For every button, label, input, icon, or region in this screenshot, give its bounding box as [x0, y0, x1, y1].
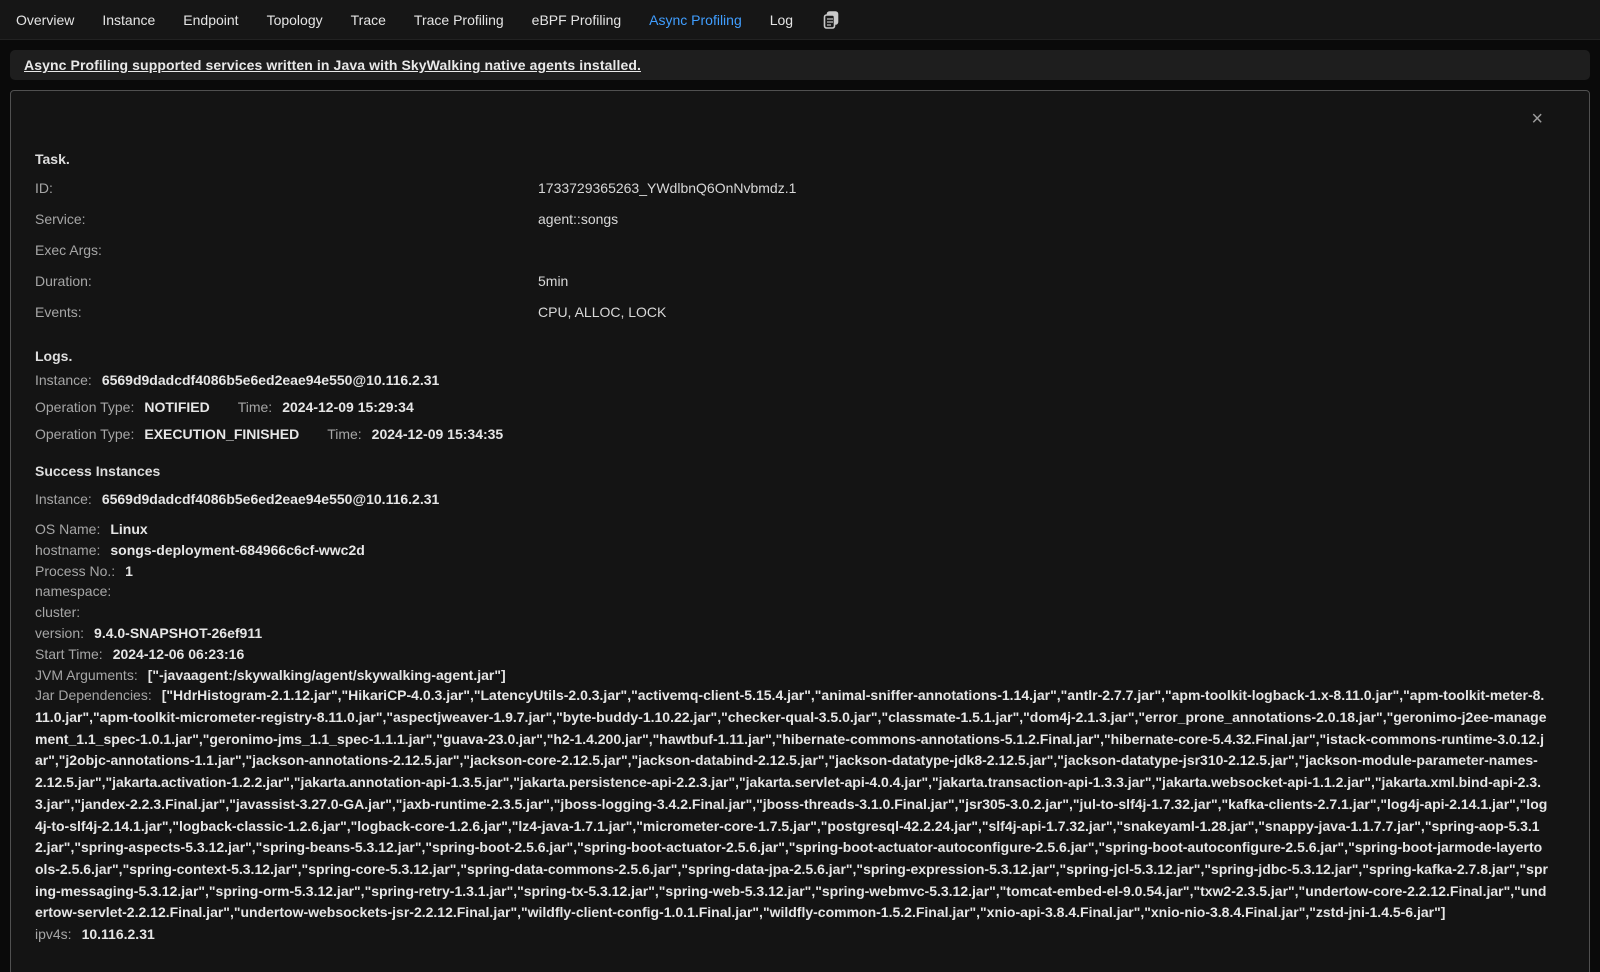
task-id-label: ID: — [35, 178, 538, 198]
task-duration-value: 5min — [538, 271, 568, 291]
task-row-exec-args: Exec Args: — [35, 240, 1549, 260]
instance-attributes: OS Name: Linux hostname: songs-deployment-… — [35, 519, 1549, 945]
tab-overview[interactable]: Overview — [16, 12, 74, 28]
attr-start-time: Start Time: 2024-12-06 06:23:16 — [35, 644, 1549, 665]
attr-ipv4s: ipv4s: 10.116.2.31 — [35, 924, 1549, 945]
tab-endpoint[interactable]: Endpoint — [183, 12, 238, 28]
attr-label: namespace: — [35, 583, 111, 599]
time-label: Time: — [238, 399, 272, 415]
tab-trace-profiling[interactable]: Trace Profiling — [414, 12, 504, 28]
success-instance-value: 6569d9dadcdf4086b5e6ed2eae94e550@10.116.… — [102, 491, 439, 507]
notice-bar: Async Profiling supported services writt… — [10, 50, 1590, 80]
attr-value: 9.4.0-SNAPSHOT-26ef911 — [94, 625, 262, 641]
operation-type-label: Operation Type: — [35, 399, 134, 415]
log-entry: Operation Type: NOTIFIED Time: 2024-12-09 1… — [35, 397, 1549, 418]
time-label: Time: — [327, 426, 361, 442]
operation-type-value: EXECUTION_FINISHED — [144, 426, 299, 442]
task-id-value: 1733729365263_YWdlbnQ6OnNvbmdz.1 — [538, 178, 796, 198]
close-icon[interactable]: × — [1531, 109, 1543, 129]
attr-process-no: Process No.: 1 — [35, 561, 1549, 582]
top-navbar: Overview Instance Endpoint Topology Trac… — [0, 0, 1600, 40]
tab-ebpf-profiling[interactable]: eBPF Profiling — [532, 12, 621, 28]
log-entry: Operation Type: EXECUTION_FINISHED Time: 20… — [35, 424, 1549, 445]
task-service-value: agent::songs — [538, 209, 618, 229]
tab-topology[interactable]: Topology — [267, 12, 323, 28]
tab-async-profiling[interactable]: Async Profiling — [649, 12, 742, 28]
logs-instance-label: Instance: — [35, 372, 92, 388]
attr-os-name: OS Name: Linux — [35, 519, 1549, 540]
operation-type-label: Operation Type: — [35, 426, 134, 442]
task-events-label: Events: — [35, 302, 538, 322]
attr-label: hostname: — [35, 542, 100, 558]
task-duration-label: Duration: — [35, 271, 538, 291]
attr-value: ["HdrHistogram-2.1.12.jar","HikariCP-4.0… — [35, 687, 1548, 920]
attr-cluster: cluster: — [35, 602, 1549, 623]
attr-label: Start Time: — [35, 646, 103, 662]
attr-value: ["-javaagent:/skywalking/agent/skywalkin… — [148, 667, 506, 683]
task-detail-panel: × Task. ID: 1733729365263_YWdlbnQ6OnNvbm… — [10, 90, 1590, 972]
task-exec-args-label: Exec Args: — [35, 240, 538, 260]
attr-label: Process No.: — [35, 563, 115, 579]
attr-label: Jar Dependencies: — [35, 687, 152, 703]
time-value: 2024-12-09 15:34:35 — [372, 426, 504, 442]
attr-value: songs-deployment-684966c6cf-wwc2d — [110, 542, 364, 558]
attr-label: JVM Arguments: — [35, 667, 138, 683]
task-events-value: CPU, ALLOC, LOCK — [538, 302, 666, 322]
async-profiling-doc-link[interactable]: Async Profiling supported services writt… — [24, 57, 641, 73]
task-row-service: Service: agent::songs — [35, 209, 1549, 229]
logs-instance-line: Instance: 6569d9dadcdf4086b5e6ed2eae94e55… — [35, 370, 1549, 391]
operation-type-value: NOTIFIED — [144, 399, 209, 415]
task-row-id: ID: 1733729365263_YWdlbnQ6OnNvbmdz.1 — [35, 178, 1549, 198]
tab-trace[interactable]: Trace — [351, 12, 386, 28]
attr-value: 1 — [125, 563, 133, 579]
attr-namespace: namespace: — [35, 581, 1549, 602]
attr-label: OS Name: — [35, 521, 100, 537]
copy-icon[interactable] — [823, 11, 839, 29]
time-value: 2024-12-09 15:29:34 — [282, 399, 414, 415]
attr-value: 10.116.2.31 — [82, 926, 155, 942]
success-instance-line: Instance: 6569d9dadcdf4086b5e6ed2eae94e55… — [35, 489, 1549, 510]
attr-version: version: 9.4.0-SNAPSHOT-26ef911 — [35, 623, 1549, 644]
attr-value: Linux — [110, 521, 147, 537]
attr-label: ipv4s: — [35, 926, 72, 942]
attr-jar-dependencies: Jar Dependencies:["HdrHistogram-2.1.12.j… — [35, 685, 1549, 924]
attr-label: cluster: — [35, 604, 80, 620]
attr-value: 2024-12-06 06:23:16 — [113, 646, 245, 662]
attr-hostname: hostname: songs-deployment-684966c6cf-wwc… — [35, 540, 1549, 561]
task-row-events: Events: CPU, ALLOC, LOCK — [35, 302, 1549, 322]
logs-instance-value: 6569d9dadcdf4086b5e6ed2eae94e550@10.116.… — [102, 372, 439, 388]
tab-instance[interactable]: Instance — [102, 12, 155, 28]
success-instance-label: Instance: — [35, 491, 92, 507]
task-row-duration: Duration: 5min — [35, 271, 1549, 291]
tab-log[interactable]: Log — [770, 12, 793, 28]
attr-jvm-arguments: JVM Arguments: ["-javaagent:/skywalking/a… — [35, 665, 1549, 686]
task-service-label: Service: — [35, 209, 538, 229]
success-instances-title: Success Instances — [35, 463, 1549, 479]
task-section-title: Task. — [35, 151, 1549, 167]
attr-label: version: — [35, 625, 84, 641]
logs-section-title: Logs. — [35, 348, 1549, 364]
